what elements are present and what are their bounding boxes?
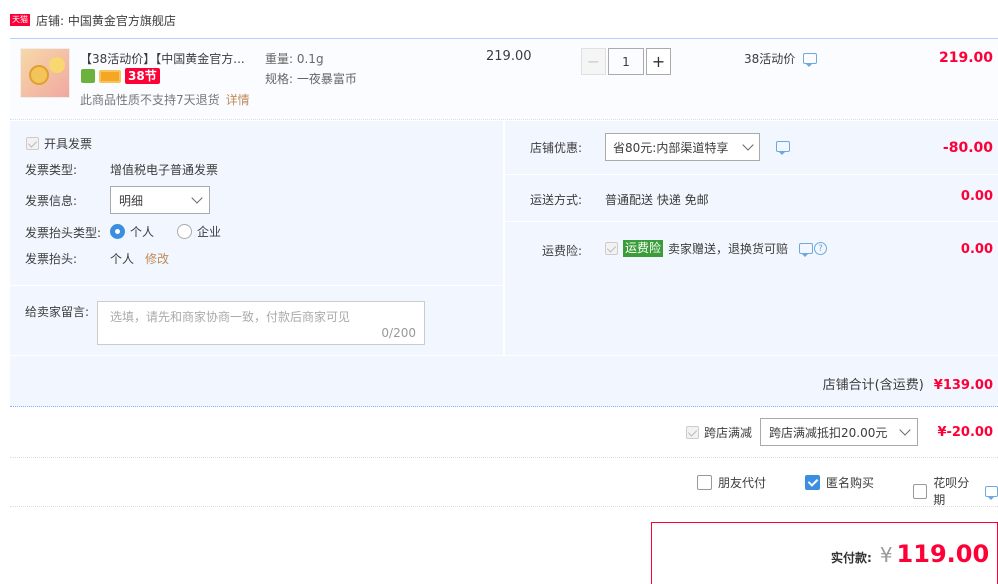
invoice-info-value: 明细 <box>119 193 144 208</box>
cross-discount-amount: ¥-20.00 <box>937 425 993 440</box>
shipping-amount: 0.00 <box>960 189 993 204</box>
huabei-label: 花呗分期 <box>933 476 970 507</box>
unit-price: 219.00 <box>486 49 532 64</box>
pay-label: 实付款: <box>831 551 872 565</box>
chevron-down-icon <box>899 424 911 436</box>
insurance-checkbox[interactable] <box>605 242 618 255</box>
message-input[interactable]: 选填，请先和商家协商一致，付款后商家可见 0/200 <box>97 301 425 345</box>
insurance-amount: 0.00 <box>960 242 993 257</box>
decrease-button[interactable]: − <box>581 48 606 75</box>
shipping-label: 运送方式: <box>530 193 583 207</box>
invoice-head-type-label: 发票抬头类型: <box>25 226 102 240</box>
invoice-info-label: 发票信息: <box>25 194 78 208</box>
invoice-head-value: 个人 <box>110 252 135 266</box>
cross-discount-checkbox[interactable] <box>686 426 699 439</box>
discount-value: 省80元:内部渠道特享 <box>613 140 729 155</box>
chat-icon[interactable] <box>984 485 998 500</box>
huabei-checkbox[interactable] <box>913 483 928 499</box>
help-icon[interactable]: ? <box>814 242 828 255</box>
festival-38-tag: 38节 <box>125 68 160 84</box>
message-label: 给卖家留言: <box>25 305 90 319</box>
item-icons: 38节 <box>81 68 160 84</box>
radio-personal[interactable] <box>110 224 125 239</box>
pay-amount: 119.00 <box>896 540 990 568</box>
chevron-down-icon <box>191 192 203 204</box>
pay-currency: ¥ <box>879 543 893 567</box>
chevron-down-icon <box>742 139 754 151</box>
cross-discount-value: 跨店满减抵扣20.00元 <box>769 425 888 440</box>
insurance-badge: 运费险 <box>623 240 664 257</box>
card-icon <box>99 69 121 83</box>
item-weight: 重量: 0.1g <box>265 52 324 66</box>
anonymous-label: 匿名购买 <box>826 476 875 490</box>
message-placeholder: 选填，请先和商家协商一致，付款后商家可见 <box>110 310 351 324</box>
insurance-label: 运费险: <box>542 244 583 258</box>
message-counter: 0/200 <box>381 326 416 340</box>
detail-link[interactable]: 详情 <box>226 91 250 108</box>
item-subtotal: 219.00 <box>938 50 993 66</box>
gold-certified-icon <box>81 69 95 83</box>
product-thumbnail[interactable] <box>20 48 70 98</box>
insurance-text: 卖家赠送，退换货可赔 <box>668 242 789 256</box>
increase-button[interactable]: + <box>646 48 671 75</box>
chat-icon[interactable] <box>776 141 790 155</box>
shop-total-amount: ¥139.00 <box>933 378 993 393</box>
radio-company-label: 企业 <box>197 225 222 239</box>
quantity-stepper: − 1 + <box>581 48 671 75</box>
item-spec: 规格: 一夜暴富币 <box>265 72 357 86</box>
invoice-head-label: 发票抬头: <box>25 252 78 266</box>
discount-select[interactable]: 省80元:内部渠道特享 <box>605 133 760 161</box>
discount-label: 店铺优惠: <box>530 141 583 155</box>
tmall-badge: 天猫 <box>10 14 30 26</box>
quantity-input[interactable]: 1 <box>608 48 644 75</box>
radio-company[interactable] <box>177 224 193 239</box>
invoice-checkbox[interactable] <box>26 137 39 150</box>
friend-pay-checkbox[interactable] <box>697 475 712 490</box>
item-title[interactable]: 【38活动价】【中国黄金官方... <box>80 50 258 67</box>
shipping-value: 普通配送 快递 免邮 <box>605 193 709 207</box>
no-return-notice: 此商品性质不支持7天退货 <box>80 93 220 107</box>
chat-icon[interactable] <box>799 243 814 257</box>
invoice-open-label: 开具发票 <box>44 137 93 151</box>
friend-pay-label: 朋友代付 <box>718 476 767 490</box>
invoice-info-select[interactable]: 明细 <box>110 186 210 214</box>
chat-icon[interactable] <box>803 53 818 67</box>
shop-header: 天猫 店铺: 中国黄金官方旗舰店 <box>10 10 176 30</box>
radio-personal-label: 个人 <box>130 225 155 239</box>
edit-link[interactable]: 修改 <box>145 250 169 267</box>
cross-discount-select[interactable]: 跨店满减抵扣20.00元 <box>760 418 918 446</box>
invoice-type-label: 发票类型: <box>25 163 78 177</box>
shop-total-label: 店铺合计(含运费) <box>822 378 924 393</box>
invoice-type-value: 增值税电子普通发票 <box>110 163 219 177</box>
discount-amount: -80.00 <box>942 140 993 156</box>
promo-label: 38活动价 <box>744 52 796 66</box>
anonymous-checkbox[interactable] <box>805 475 820 490</box>
cross-discount-label: 跨店满减 <box>704 426 753 440</box>
shop-name[interactable]: 店铺: 中国黄金官方旗舰店 <box>36 12 176 29</box>
